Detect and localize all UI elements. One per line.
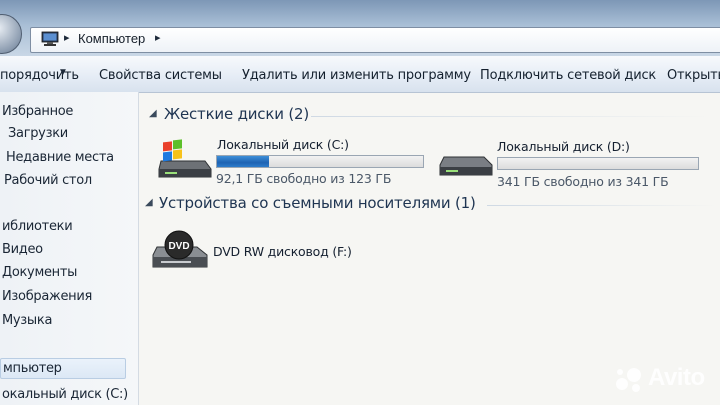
dvd-drive-label[interactable]: DVD RW дисковод (F:) [213, 244, 352, 259]
sidebar-item-desktop[interactable]: Рабочий стол [4, 173, 92, 188]
drive-d-usage-bar [497, 157, 699, 170]
sidebar-item-pictures[interactable]: Изображения [2, 289, 92, 304]
system-properties-button[interactable]: Свойства системы [99, 68, 222, 83]
breadcrumb-separator[interactable]: ▸ [155, 31, 161, 44]
navigation-pane: Избранное Загрузки Недавние места Рабочи… [0, 92, 139, 405]
windows-system-drive-icon[interactable] [157, 139, 213, 181]
group-header-hard-drives[interactable]: Жесткие диски (2) [164, 105, 309, 123]
dvd-drive-icon[interactable]: DVD [151, 227, 209, 273]
sidebar-item-video[interactable]: Видео [2, 242, 43, 257]
hard-drive-icon[interactable] [438, 151, 494, 181]
drive-c-usage-fill [217, 156, 269, 167]
group-header-removable[interactable]: Устройства со съемными носителями (1) [159, 194, 476, 212]
uninstall-program-button[interactable]: Удалить или изменить программу [242, 68, 471, 83]
group-divider [311, 116, 711, 117]
address-bar-area: ▸ Компьютер ▸ [0, 0, 720, 56]
drive-c-usage-bar [216, 155, 424, 168]
file-view: ◢ Жесткие диски (2) Локальный диск (C:) … [139, 93, 720, 405]
drive-c-free-space: 92,1 ГБ свободно из 123 ГБ [216, 171, 392, 186]
collapse-triangle-icon[interactable]: ◢ [149, 108, 157, 119]
sidebar-item-music[interactable]: Музыка [2, 313, 52, 328]
avito-logo-icon [616, 368, 641, 392]
drive-c-label[interactable]: Локальный диск (C:) [217, 137, 349, 152]
sidebar-item-favorites[interactable]: Избранное [2, 104, 73, 119]
command-bar: порядочить ▼ Свойства системы Удалить ил… [0, 56, 720, 93]
sidebar-item-libraries[interactable]: иблиотеки [2, 219, 73, 234]
sidebar-item-documents[interactable]: Документы [2, 265, 77, 280]
collapse-triangle-icon[interactable]: ◢ [145, 197, 153, 208]
drive-d-free-space: 341 ГБ свободно из 341 ГБ [497, 174, 669, 189]
watermark-text: Avito [648, 364, 705, 391]
sidebar-item-local-disk-c[interactable]: окальный диск (C:) [2, 387, 128, 402]
back-button[interactable] [0, 14, 22, 54]
breadcrumb-computer[interactable]: Компьютер [78, 31, 145, 46]
drive-d-label[interactable]: Локальный диск (D:) [497, 139, 630, 154]
computer-icon [41, 31, 59, 46]
chevron-down-icon[interactable]: ▼ [58, 67, 68, 78]
breadcrumb-separator[interactable]: ▸ [64, 31, 70, 44]
sidebar-item-recent-places[interactable]: Недавние места [6, 150, 114, 165]
sidebar-item-computer[interactable]: мпьютер [0, 358, 126, 379]
sidebar-item-downloads[interactable]: Загрузки [8, 126, 68, 141]
open-control-panel-button[interactable]: Открыть [667, 68, 720, 83]
map-network-drive-button[interactable]: Подключить сетевой диск [480, 68, 656, 83]
group-divider [487, 205, 717, 206]
dvd-badge-text: DVD [168, 241, 189, 252]
